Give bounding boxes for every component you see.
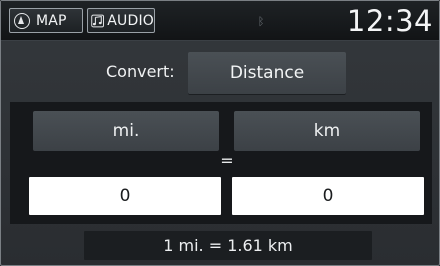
map-button-label: MAP bbox=[36, 12, 67, 29]
convert-type-button[interactable]: Distance bbox=[188, 52, 346, 94]
to-unit-button[interactable]: km bbox=[234, 111, 420, 151]
audio-button-label: AUDIO bbox=[107, 12, 154, 29]
to-value-field[interactable]: 0 bbox=[232, 177, 424, 215]
music-note-icon bbox=[91, 14, 104, 27]
equals-sign: = bbox=[220, 151, 234, 170]
conversion-ratio: 1 mi. = 1.61 km bbox=[84, 231, 372, 260]
navigation-arrow-icon bbox=[14, 12, 30, 29]
bluetooth-icon: ᛒ bbox=[257, 15, 265, 28]
audio-button[interactable]: AUDIO bbox=[87, 8, 155, 33]
convert-label: Convert: bbox=[106, 62, 175, 81]
map-button[interactable]: MAP bbox=[9, 8, 83, 33]
from-value-field[interactable]: 0 bbox=[29, 177, 221, 215]
clock: 12:34 bbox=[346, 4, 433, 38]
from-unit-button[interactable]: mi. bbox=[33, 111, 219, 151]
top-status-bar: MAP AUDIO ᛒ 12:34 bbox=[1, 1, 439, 41]
